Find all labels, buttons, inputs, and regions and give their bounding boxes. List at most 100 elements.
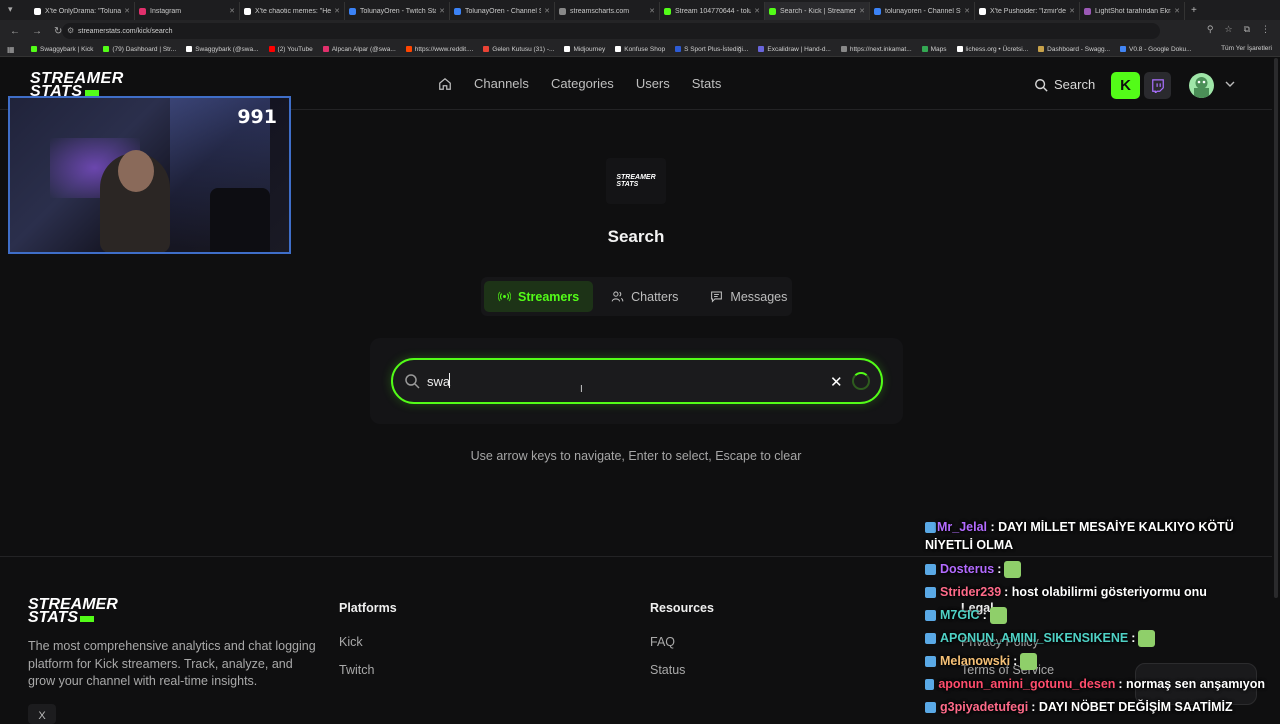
close-tab-icon[interactable]: ✕: [754, 7, 760, 15]
chat-username[interactable]: M7GIC: [940, 604, 980, 627]
tab-favicon-icon: [1084, 7, 1091, 15]
bookmark-item[interactable]: Konfuse Shop: [612, 46, 668, 53]
chat-username[interactable]: Mr_Jelal: [937, 520, 987, 534]
browser-tab-label: Search - Kick | StreamerSt: [780, 7, 857, 15]
home-icon[interactable]: [438, 77, 452, 91]
menu-icon[interactable]: ⋮: [1261, 24, 1270, 35]
forward-icon[interactable]: →: [32, 26, 42, 37]
browser-tab[interactable]: Instagram ✕: [135, 2, 240, 20]
bookmark-item[interactable]: Excalidraw | Hand-d...: [755, 46, 833, 53]
bookmark-label: https://next.inkamat...: [849, 45, 912, 53]
close-tab-icon[interactable]: ✕: [439, 7, 445, 15]
nav-stats[interactable]: Stats: [692, 76, 722, 91]
tab-search-icon[interactable]: ▾: [8, 4, 20, 16]
apps-grid-icon[interactable]: ▦: [7, 45, 15, 54]
new-tab-icon[interactable]: +: [1191, 5, 1197, 16]
streamer-search-field[interactable]: [391, 358, 883, 404]
browser-tab[interactable]: TolunayOren - Twitch Stat ✕: [345, 2, 450, 20]
browser-tab[interactable]: Stream 104770644 - tolun ✕: [660, 2, 765, 20]
all-bookmarks[interactable]: Tüm Yer İşaretleri: [1221, 45, 1272, 52]
browser-tab[interactable]: TolunayOren - Channel St ✕: [450, 2, 555, 20]
close-tab-icon[interactable]: ✕: [544, 7, 550, 15]
nav-categories[interactable]: Categories: [551, 76, 614, 91]
url-field[interactable]: ⚙ streamerstats.com/kick/search: [62, 23, 1160, 39]
bookmark-item[interactable]: (2) YouTube: [266, 46, 316, 53]
footer-link-twitch[interactable]: Twitch: [339, 663, 374, 677]
browser-tab[interactable]: X'te chaotic memes: "He ✕: [240, 2, 345, 20]
bookmark-label: Midjourney: [573, 45, 606, 53]
bookmark-item[interactable]: lichess.org • Ücretsi...: [954, 46, 1032, 53]
tab-favicon-icon: [664, 7, 671, 15]
tab-chatters[interactable]: Chatters: [597, 281, 692, 312]
twitch-platform-button[interactable]: [1144, 72, 1171, 99]
chat-username[interactable]: g3piyadetufegi: [940, 696, 1028, 719]
close-tab-icon[interactable]: ✕: [649, 7, 655, 15]
bookmark-item[interactable]: S Sport Plus-İstediği...: [672, 46, 751, 53]
chat-username[interactable]: Strider239: [940, 581, 1001, 604]
kick-platform-button[interactable]: K: [1111, 72, 1140, 99]
kick-icon: K: [1120, 77, 1131, 94]
close-tab-icon[interactable]: ✕: [229, 7, 235, 15]
bookmark-star-icon[interactable]: ☆: [1224, 24, 1232, 35]
bookmark-item[interactable]: Swaggybark (@swa...: [183, 46, 261, 53]
loading-spinner-icon: [852, 372, 870, 390]
chat-username[interactable]: Melanowski: [940, 650, 1010, 673]
chat-text: : host olabilirmi gösteriyormu onu: [1004, 585, 1207, 599]
nav-users[interactable]: Users: [636, 76, 670, 91]
clear-search-icon[interactable]: ✕: [830, 373, 843, 391]
x-social-icon[interactable]: X: [28, 704, 56, 724]
tab-streamers[interactable]: Streamers: [484, 281, 594, 312]
close-tab-icon[interactable]: ✕: [124, 7, 130, 15]
bookmark-item[interactable]: Alpcan Alpar (@swa...: [320, 46, 399, 53]
bookmark-favicon-icon: [615, 46, 622, 52]
zoom-icon[interactable]: ⚲: [1207, 24, 1214, 35]
site-info-icon[interactable]: ⚙: [67, 26, 74, 35]
chat-emote-icon: [1020, 653, 1038, 670]
bookmark-item[interactable]: Dashboard - Swagg...: [1035, 46, 1113, 53]
search-icon: [1035, 78, 1048, 92]
browser-tab[interactable]: LightShot tarafından Ekra ✕: [1080, 2, 1185, 20]
browser-tab[interactable]: tolunayoren - Channel St ✕: [870, 2, 975, 20]
browser-tab[interactable]: Search - Kick | StreamerSt ✕: [765, 2, 870, 20]
bookmark-item[interactable]: Gelen Kutusu (31) -...: [480, 46, 557, 53]
chat-username[interactable]: Dosterus: [940, 558, 994, 581]
close-tab-icon[interactable]: ✕: [964, 7, 970, 15]
tab-favicon-icon: [559, 7, 566, 15]
header-search-button[interactable]: Search: [1034, 77, 1095, 92]
search-input[interactable]: [427, 370, 807, 392]
chat-username[interactable]: aponun_amini_gotunu_desen: [938, 673, 1115, 696]
back-icon[interactable]: ←: [10, 26, 20, 37]
footer-link-faq[interactable]: FAQ: [650, 635, 675, 649]
tab-messages[interactable]: Messages: [696, 281, 801, 312]
bookmark-label: V0.8 - Google Doku...: [1129, 45, 1192, 53]
bookmark-item[interactable]: Midjourney: [561, 46, 608, 53]
nav-channels[interactable]: Channels: [474, 76, 529, 91]
bookmark-item[interactable]: V0.8 - Google Doku...: [1117, 46, 1195, 53]
bookmark-item[interactable]: Swaggybark | Kick: [28, 46, 96, 53]
close-tab-icon[interactable]: ✕: [1069, 7, 1075, 15]
footer-link-kick[interactable]: Kick: [339, 635, 363, 649]
bookmark-item[interactable]: https://next.inkamat...: [838, 46, 915, 53]
tab-favicon-icon: [139, 7, 146, 15]
footer-logo[interactable]: STREAMER STATS: [28, 597, 118, 626]
footer-link-status[interactable]: Status: [650, 663, 685, 677]
browser-tab[interactable]: X'te OnlyDrama: "Tolunay ✕: [30, 2, 135, 20]
bookmark-item[interactable]: Maps: [919, 46, 950, 53]
user-avatar[interactable]: [1189, 73, 1214, 98]
chat-username[interactable]: APONUN_AMINI_SIKENSIKENE: [940, 627, 1128, 650]
bookmark-label: S Sport Plus-İstediği...: [684, 45, 749, 53]
site-logo[interactable]: STREAMER STATS: [30, 71, 124, 100]
page-scrollbar[interactable]: [1272, 58, 1280, 720]
close-tab-icon[interactable]: ✕: [334, 7, 340, 15]
close-tab-icon[interactable]: ✕: [859, 7, 865, 15]
tab-favicon-icon: [349, 7, 356, 15]
extensions-icon[interactable]: ⧉: [1244, 24, 1250, 35]
browser-tab[interactable]: X'te Pushoider: "İzmir'de ✕: [975, 2, 1080, 20]
chevron-down-icon[interactable]: [1225, 79, 1235, 89]
bookmark-favicon-icon: [1120, 46, 1127, 52]
browser-tab[interactable]: streamscharts.com ✕: [555, 2, 660, 20]
chat-message: Melanowski :: [925, 650, 1265, 673]
close-tab-icon[interactable]: ✕: [1174, 7, 1180, 15]
bookmark-item[interactable]: https://www.reddit....: [403, 46, 477, 53]
bookmark-item[interactable]: (79) Dashboard | Str...: [100, 46, 179, 53]
